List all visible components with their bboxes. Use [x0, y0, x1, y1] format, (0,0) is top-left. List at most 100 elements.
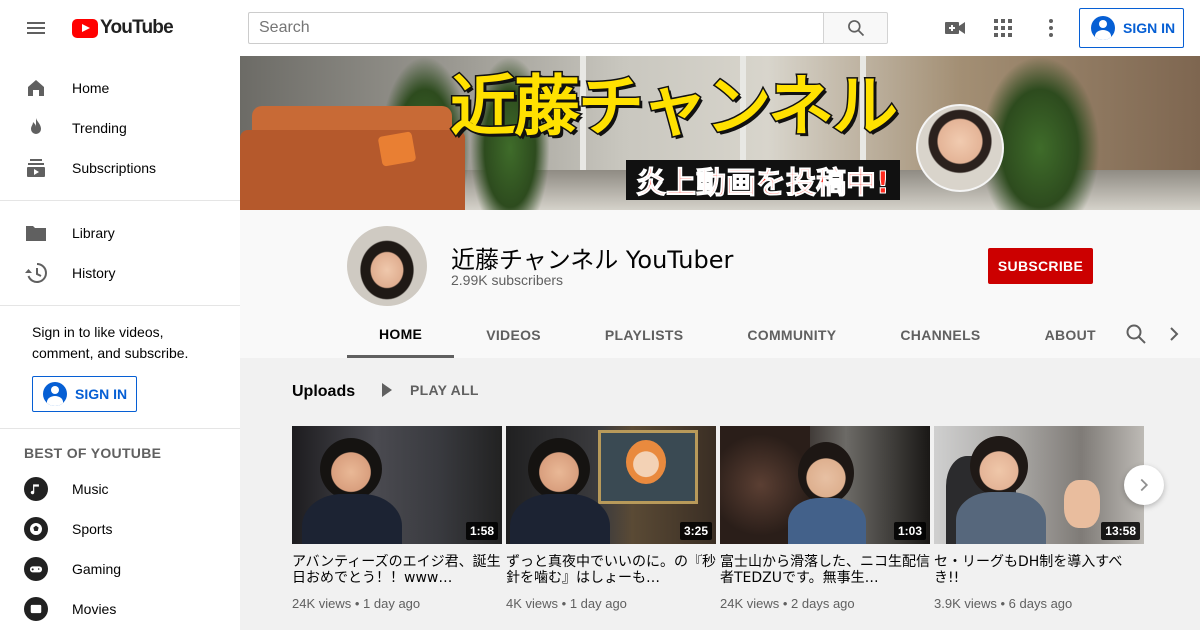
channel-search-icon[interactable]	[1124, 322, 1148, 346]
sidebar-item-label: Movies	[72, 601, 117, 617]
tab-playlists[interactable]: PLAYLISTS	[573, 312, 715, 358]
tab-home[interactable]: HOME	[347, 312, 455, 358]
apps-grid-icon[interactable]	[991, 16, 1015, 40]
video-views: 24K views	[292, 596, 352, 611]
sidebar-item-label: Sports	[72, 521, 113, 537]
home-icon	[24, 76, 48, 100]
video-duration: 1:03	[893, 522, 926, 540]
video-age: 2 days ago	[791, 596, 855, 611]
subscriptions-icon	[24, 156, 48, 180]
sidebar-item-label: Music	[72, 481, 109, 497]
video-age: 6 days ago	[1008, 596, 1073, 611]
uploads-title[interactable]: Uploads	[292, 383, 355, 401]
video-duration: 13:58	[1101, 522, 1140, 540]
banner-portrait	[916, 104, 1004, 192]
thumbnail-shirt	[788, 498, 866, 544]
sidebar-item-label: Home	[72, 80, 110, 96]
video-thumbnail[interactable]: 1:03	[720, 426, 930, 544]
chevron-right-icon[interactable]	[1162, 322, 1186, 346]
thumbnail-sweater	[956, 492, 1046, 544]
video-title[interactable]: ずっと真夜中でいいのに。の『秒針を噛む』はしょーも…	[506, 554, 716, 586]
sidebar-item-home[interactable]: Home	[0, 68, 240, 108]
sports-icon	[24, 517, 48, 541]
thumbnail-hoodie	[302, 494, 402, 544]
thumbnail-face	[320, 438, 382, 500]
video-card[interactable]: 3:25 ずっと真夜中でいいのに。の『秒針を噛む』はしょーも… 4K views…	[506, 426, 716, 611]
thumbnail-face	[528, 438, 590, 500]
sidebar-item-label: Trending	[72, 120, 127, 136]
create-video-icon[interactable]	[943, 16, 967, 40]
hamburger-menu-icon[interactable]	[24, 16, 48, 40]
sidebar-item-history[interactable]: History	[0, 253, 240, 293]
top-bar: YouTube SIGN IN	[0, 0, 1200, 56]
video-thumbnail[interactable]: 13:58	[934, 426, 1144, 544]
banner-title: 近藤チャンネル	[448, 68, 899, 145]
video-age: 1 day ago	[363, 596, 421, 611]
banner-sofa	[240, 130, 465, 210]
channel-name: 近藤チャンネル YouTuber	[451, 246, 734, 274]
sign-in-prompt: Sign in to like videos, comment, and sub…	[0, 318, 240, 428]
chevron-right-icon	[1140, 478, 1149, 492]
sidebar: Home Trending Subscriptions Library Hist…	[0, 56, 240, 630]
movies-icon	[24, 597, 48, 621]
account-icon	[43, 382, 67, 406]
video-age: 1 day ago	[569, 596, 627, 611]
video-views: 3.9K views	[934, 596, 997, 611]
library-icon	[24, 221, 48, 245]
sidebar-item-music[interactable]: Music	[0, 469, 240, 509]
channel-avatar	[347, 226, 427, 306]
play-all-button[interactable]: PLAY ALL	[378, 382, 479, 398]
sidebar-item-trending[interactable]: Trending	[0, 108, 240, 148]
shelf-next-button[interactable]	[1124, 465, 1164, 505]
sidebar-item-movies[interactable]: Movies	[0, 589, 240, 629]
sidebar-item-gaming[interactable]: Gaming	[0, 549, 240, 589]
subscribe-button[interactable]: SUBSCRIBE	[988, 248, 1093, 284]
sidebar-item-label: History	[72, 265, 116, 281]
search-input[interactable]	[248, 12, 824, 44]
video-thumbnail[interactable]: 3:25	[506, 426, 716, 544]
youtube-play-icon	[72, 18, 98, 38]
sidebar-item-sports[interactable]: Sports	[0, 509, 240, 549]
channel-banner: 近藤チャンネル 炎上動画を投稿中!	[240, 56, 1200, 210]
video-thumbnail[interactable]: 1:58	[292, 426, 502, 544]
play-all-label: PLAY ALL	[410, 382, 479, 398]
video-meta: 4K views • 1 day ago	[506, 596, 627, 611]
sidebar-item-label: Gaming	[72, 561, 122, 577]
sidebar-item-subscriptions[interactable]: Subscriptions	[0, 148, 240, 188]
youtube-logo[interactable]: YouTube	[72, 17, 174, 39]
account-icon	[1091, 16, 1115, 40]
video-duration: 1:58	[465, 522, 498, 540]
tab-videos[interactable]: VIDEOS	[454, 312, 573, 358]
thumbnail-hoodie	[510, 494, 610, 544]
tab-about[interactable]: ABOUT	[1013, 312, 1128, 358]
sidebar-divider	[0, 428, 240, 429]
search-button[interactable]	[823, 12, 888, 44]
subscriber-count: 2.99K subscribers	[451, 272, 564, 288]
sidebar-divider	[0, 305, 240, 306]
video-card[interactable]: 13:58 セ・リーグもDH制を導入すべき!! 3.9K views • 6 d…	[934, 426, 1144, 611]
sidebar-item-library[interactable]: Library	[0, 213, 240, 253]
sign-in-label: SIGN IN	[75, 385, 128, 402]
video-meta: 3.9K views • 6 days ago	[934, 596, 1073, 611]
sign-in-label: SIGN IN	[1123, 20, 1176, 36]
more-options-icon[interactable]	[1039, 16, 1063, 40]
channel-tabs: HOME VIDEOS PLAYLISTS COMMUNITY CHANNELS…	[347, 312, 1128, 358]
banner-pillow	[377, 131, 417, 167]
thumbnail-face	[970, 436, 1028, 496]
video-title[interactable]: 富士山から滑落した、ニコ生配信者TEDZUです。無事生…	[720, 554, 930, 586]
tab-channels[interactable]: CHANNELS	[868, 312, 1012, 358]
trending-icon	[24, 116, 48, 140]
music-icon	[24, 477, 48, 501]
video-views: 4K views	[506, 596, 559, 611]
video-card[interactable]: 1:03 富士山から滑落した、ニコ生配信者TEDZUです。無事生… 24K vi…	[720, 426, 930, 611]
video-card[interactable]: 1:58 アバンティーズのエイジ君、誕生日おめでとう！！www… 24K vie…	[292, 426, 502, 611]
sidebar-sign-in-button[interactable]: SIGN IN	[32, 376, 137, 412]
logo-text: YouTube	[100, 17, 174, 38]
sign-in-prompt-text: Sign in to like videos, comment, and sub…	[32, 324, 189, 361]
sign-in-button[interactable]: SIGN IN	[1079, 8, 1184, 48]
video-title[interactable]: アバンティーズのエイジ君、誕生日おめでとう！！www…	[292, 554, 502, 586]
video-title[interactable]: セ・リーグもDH制を導入すべき!!	[934, 554, 1144, 586]
tab-community[interactable]: COMMUNITY	[715, 312, 868, 358]
history-icon	[24, 261, 48, 285]
video-views: 24K views	[720, 596, 780, 611]
